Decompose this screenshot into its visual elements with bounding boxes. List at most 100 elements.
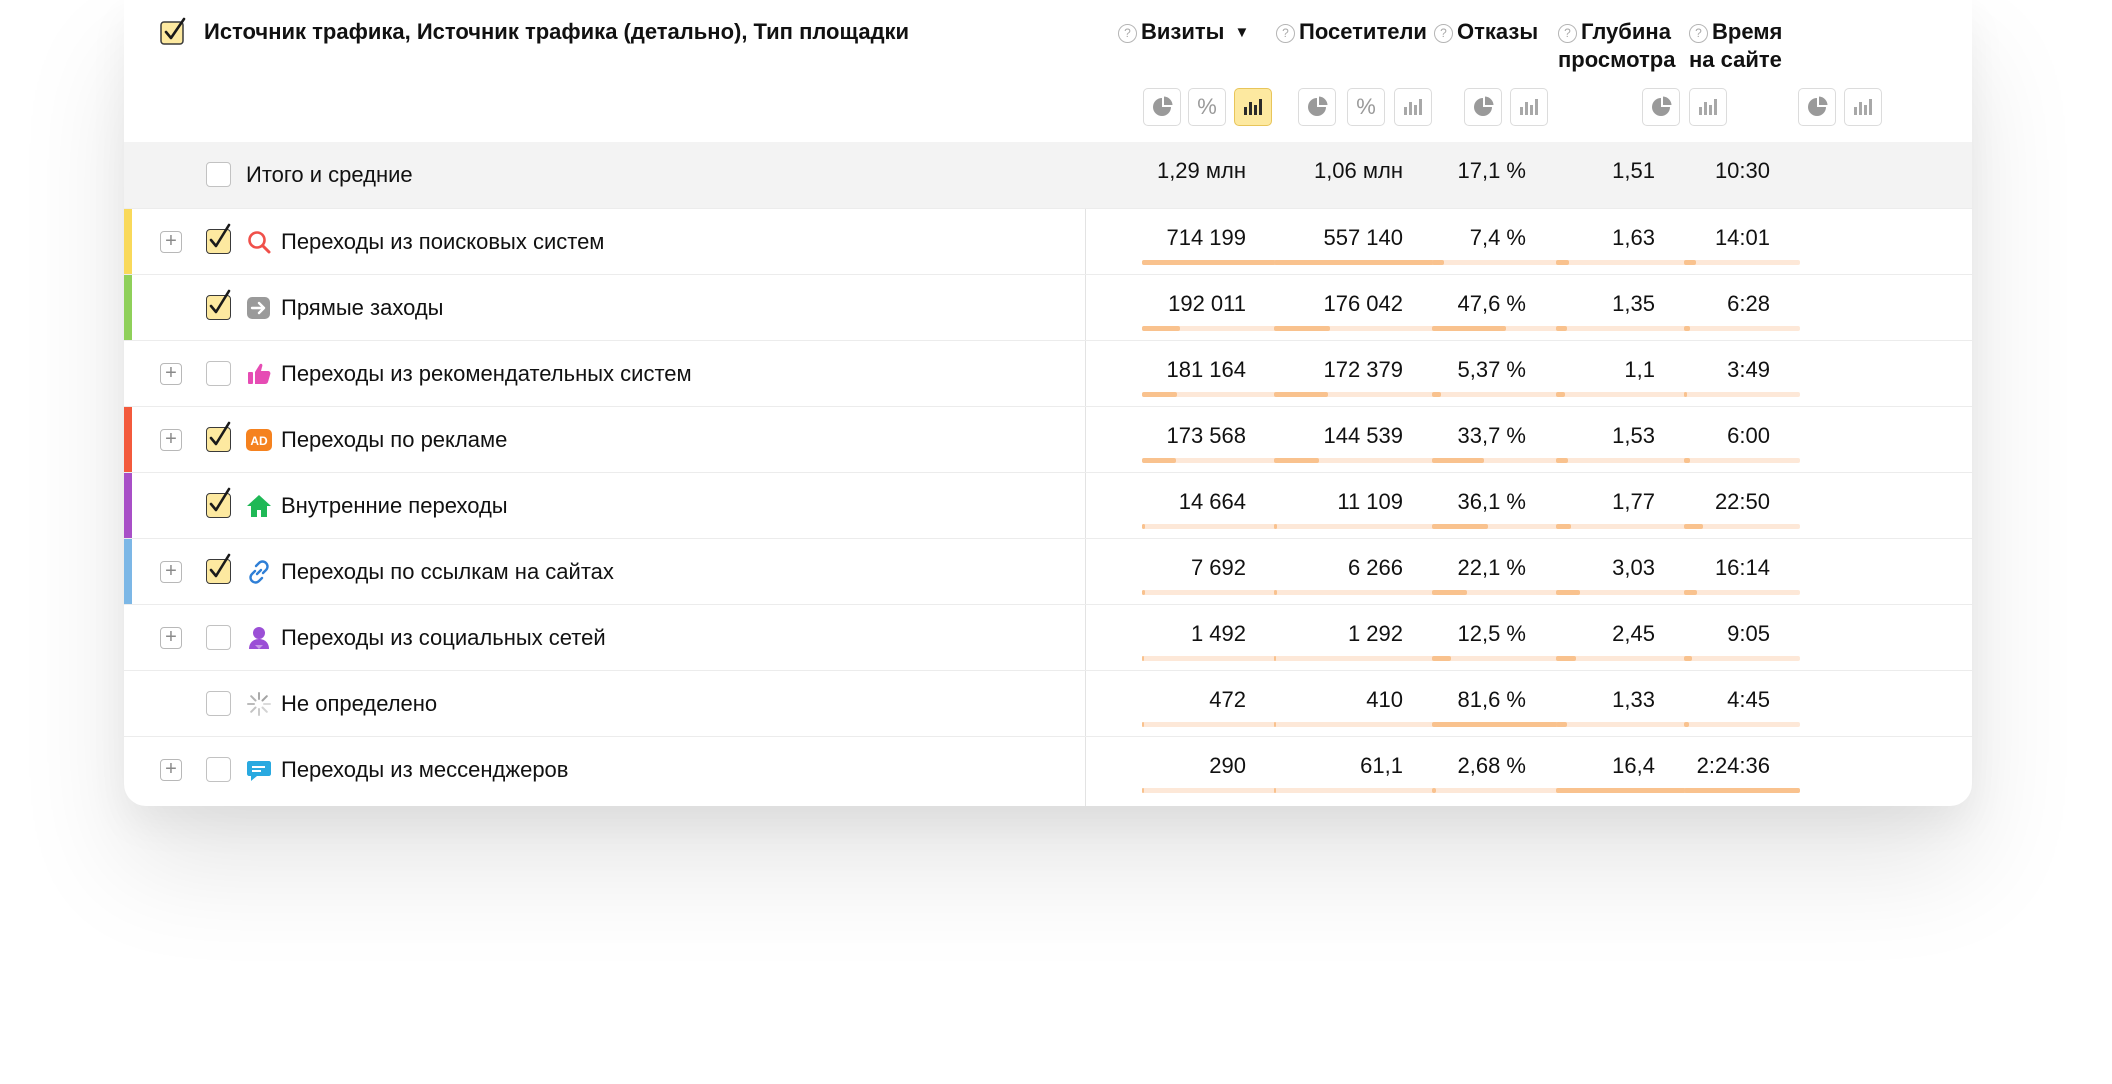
table-row[interactable]: + Переходы из социальных сетей 1 492 1 292 1… (124, 604, 1972, 671)
time-bar-chart-button[interactable] (1844, 88, 1882, 126)
table-row[interactable]: Прямые заходы 192 011 176 042 47,6 % 1,35 6:2… (124, 274, 1972, 341)
table-row[interactable]: Внутренние переходы 14 664 11 109 36,1 % 1,7… (124, 472, 1972, 539)
row-checkbox[interactable] (206, 361, 231, 386)
bar-track-time (1684, 458, 1800, 463)
table-row[interactable]: + Переходы из поисковых систем 714 199 557 … (124, 208, 1972, 275)
row-checkbox[interactable] (206, 223, 231, 254)
visitors-bar-chart-button[interactable] (1394, 88, 1432, 126)
help-icon[interactable]: ? (1689, 24, 1708, 43)
help-icon[interactable]: ? (1118, 24, 1137, 43)
visits-pie-chart-button[interactable] (1143, 88, 1181, 126)
row-label[interactable]: Переходы по ссылкам на сайтах (281, 559, 614, 585)
bar-fill-depth (1556, 656, 1576, 661)
bar-track-time (1684, 590, 1800, 595)
cell-bounces: 17,1 % (1457, 158, 1527, 183)
ad-icon: AD (246, 427, 272, 453)
cell-depth: 1,53 (1612, 423, 1655, 448)
column-header-visits[interactable]: ? Визиты ▼ (1118, 18, 1249, 47)
link-icon (246, 559, 272, 585)
visitors-pie-chart-button[interactable] (1298, 88, 1336, 126)
bar-track-visitors (1274, 656, 1448, 661)
bar-track-visits (1142, 722, 1282, 727)
row-label[interactable]: Переходы из мессенджеров (281, 757, 568, 783)
bar-fill-visitors (1274, 326, 1330, 331)
bar-track-depth (1556, 590, 1690, 595)
cell-visits: 173 568 (1166, 423, 1246, 448)
row-checkbox[interactable] (206, 625, 231, 650)
dimensions-title[interactable]: Источник трафика, Источник трафика (дета… (204, 19, 909, 45)
cell-visitors: 6 266 (1347, 555, 1403, 580)
row-checkbox[interactable] (206, 421, 231, 452)
row-checkbox[interactable] (206, 757, 231, 782)
bar-track-bounces (1432, 260, 1560, 265)
row-label[interactable]: Переходы из поисковых систем (281, 229, 604, 255)
cell-bounces: 47,6 % (1457, 291, 1527, 316)
row-label[interactable]: Внутренние переходы (281, 493, 508, 519)
column-header-bounces[interactable]: ? Отказы (1434, 18, 1538, 46)
bar-track-visitors (1274, 392, 1448, 397)
row-color-marker (124, 539, 132, 605)
row-checkbox[interactable] (206, 487, 231, 518)
expand-plus-icon[interactable]: + (160, 759, 182, 781)
row-color-marker (124, 473, 132, 539)
bar-track-bounces (1432, 524, 1560, 529)
bar-fill-bounces (1432, 524, 1488, 529)
bar-chart-icon (1242, 96, 1264, 118)
bar-fill-visits (1142, 524, 1145, 529)
column-header-depth[interactable]: ? Глубина просмотра (1558, 18, 1675, 74)
row-checkbox[interactable] (206, 691, 231, 716)
bar-fill-depth (1556, 392, 1565, 397)
visitors-percent-button[interactable]: % (1347, 88, 1385, 126)
sort-desc-icon[interactable]: ▼ (1234, 24, 1249, 41)
bar-fill-depth (1556, 326, 1567, 331)
table-row[interactable]: + AD Переходы по рекламе 173 568 144 539 33,7… (124, 406, 1972, 473)
bar-track-depth (1556, 260, 1690, 265)
table-row[interactable]: + Переходы из рекомендательных систем 181 … (124, 340, 1972, 407)
bounces-bar-chart-button[interactable] (1510, 88, 1548, 126)
depth-bar-chart-button[interactable] (1689, 88, 1727, 126)
depth-pie-chart-button[interactable] (1642, 88, 1680, 126)
bar-track-time (1684, 788, 1800, 793)
bar-fill-visits (1142, 656, 1144, 661)
column-header-time[interactable]: ? Время на сайте (1689, 18, 1782, 74)
expand-plus-icon[interactable]: + (160, 231, 182, 253)
totals-checkbox[interactable] (206, 162, 231, 187)
home-icon (246, 493, 272, 519)
bar-fill-time (1684, 260, 1696, 265)
help-icon[interactable]: ? (1558, 24, 1577, 43)
row-label[interactable]: Переходы из рекомендательных систем (281, 361, 692, 387)
expand-plus-icon[interactable]: + (160, 561, 182, 583)
help-icon[interactable]: ? (1276, 24, 1295, 43)
row-label[interactable]: Переходы из социальных сетей (281, 625, 606, 651)
bar-fill-visits (1142, 260, 1282, 265)
row-checkbox[interactable] (206, 289, 231, 320)
bar-fill-visitors (1274, 260, 1448, 265)
bar-fill-depth (1556, 260, 1569, 265)
table-row[interactable]: Не определено 472 410 81,6 % 1,33 4:45 (124, 670, 1972, 737)
cell-bounces: 12,5 % (1457, 621, 1527, 646)
select-all-checkbox[interactable] (160, 16, 190, 51)
expand-plus-icon[interactable]: + (160, 627, 182, 649)
column-header-visitors[interactable]: ? Посетители (1276, 18, 1427, 46)
row-label[interactable]: Не определено (281, 691, 437, 717)
bounces-pie-chart-button[interactable] (1464, 88, 1502, 126)
row-checkbox[interactable] (206, 553, 231, 584)
help-icon[interactable]: ? (1434, 24, 1453, 43)
row-label[interactable]: Переходы по рекламе (281, 427, 507, 453)
expand-plus-icon[interactable]: + (160, 363, 182, 385)
pie-chart-icon (1650, 96, 1672, 118)
expand-plus-icon[interactable]: + (160, 429, 182, 451)
bar-track-visitors (1274, 590, 1448, 595)
table-row[interactable]: + Переходы по ссылкам на сайтах 7 692 6 266… (124, 538, 1972, 605)
bar-fill-visits (1142, 722, 1144, 727)
report-table: Источник трафика, Источник трафика (дета… (124, 0, 1972, 806)
direct-arrow-icon (246, 295, 272, 321)
percent-icon: % (1356, 94, 1376, 119)
social-user-icon (246, 625, 272, 651)
table-row[interactable]: + Переходы из мессенджеров 290 61,1 2,68 % 16… (124, 736, 1972, 803)
visits-percent-button[interactable]: % (1188, 88, 1226, 126)
bar-track-bounces (1432, 326, 1560, 331)
visits-bar-chart-button[interactable] (1234, 88, 1272, 126)
time-pie-chart-button[interactable] (1798, 88, 1836, 126)
row-label[interactable]: Прямые заходы (281, 295, 443, 321)
